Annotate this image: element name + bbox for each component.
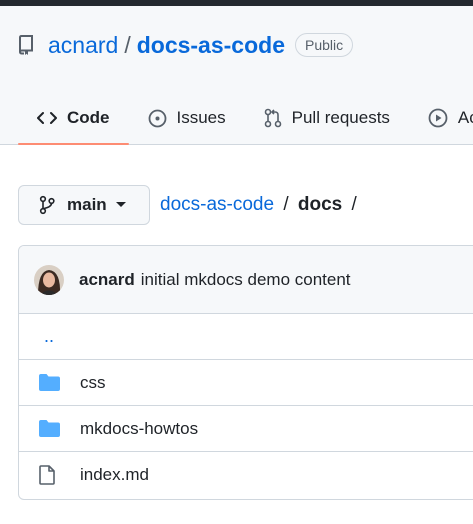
repo-nav-tabs: Code Issues Pull requests Ac xyxy=(18,96,473,145)
repo-title: acnard / docs-as-code Public xyxy=(18,31,354,59)
branch-selector-button[interactable]: main xyxy=(18,185,150,225)
repo-icon xyxy=(18,35,36,55)
avatar[interactable] xyxy=(34,264,64,295)
latest-commit-bar: acnard initial mkdocs demo content xyxy=(19,246,473,314)
play-icon xyxy=(428,108,448,128)
repo-header: acnard / docs-as-code Public Code Issues… xyxy=(0,6,473,145)
breadcrumb-trailing-separator: / xyxy=(351,194,357,215)
repo-name-link[interactable]: docs-as-code xyxy=(137,32,285,59)
breadcrumb: docs-as-code / docs / xyxy=(160,194,361,216)
visibility-badge: Public xyxy=(294,33,354,57)
file-icon xyxy=(39,465,61,485)
git-branch-icon xyxy=(39,195,55,215)
tab-pull-requests[interactable]: Pull requests xyxy=(245,96,409,140)
branch-name: main xyxy=(67,195,107,214)
tab-code[interactable]: Code xyxy=(18,96,129,145)
issue-opened-icon xyxy=(148,109,167,128)
repo-owner-link[interactable]: acnard xyxy=(48,32,118,59)
tab-code-label: Code xyxy=(67,108,110,127)
folder-icon xyxy=(39,420,61,437)
breadcrumb-separator: / xyxy=(283,194,289,215)
breadcrumb-current: docs xyxy=(297,194,343,215)
file-name-link[interactable]: mkdocs-howtos xyxy=(80,419,198,439)
commit-author-link[interactable]: acnard xyxy=(79,270,135,290)
chevron-down-icon xyxy=(115,202,126,208)
file-name-link[interactable]: css xyxy=(80,373,106,393)
tab-actions[interactable]: Ac xyxy=(409,96,473,140)
repo-title-separator: / xyxy=(124,31,131,58)
commit-message-link[interactable]: initial mkdocs demo content xyxy=(141,270,351,290)
list-item[interactable]: index.md xyxy=(19,452,473,498)
git-pull-request-icon xyxy=(264,108,282,128)
list-item[interactable]: mkdocs-howtos xyxy=(19,406,473,452)
tab-issues-label: Issues xyxy=(176,108,226,127)
breadcrumb-root-link[interactable]: docs-as-code xyxy=(160,194,274,215)
code-icon xyxy=(37,111,57,125)
parent-directory-link[interactable]: .. xyxy=(44,326,54,347)
tab-pull-requests-label: Pull requests xyxy=(291,108,390,127)
list-item[interactable]: css xyxy=(19,360,473,406)
tab-issues[interactable]: Issues xyxy=(129,96,245,140)
parent-directory-row[interactable]: .. xyxy=(19,314,473,360)
file-name-link[interactable]: index.md xyxy=(80,465,149,485)
tab-actions-label: Ac xyxy=(457,108,473,127)
folder-icon xyxy=(39,374,61,391)
file-list: acnard initial mkdocs demo content .. cs… xyxy=(18,245,473,500)
